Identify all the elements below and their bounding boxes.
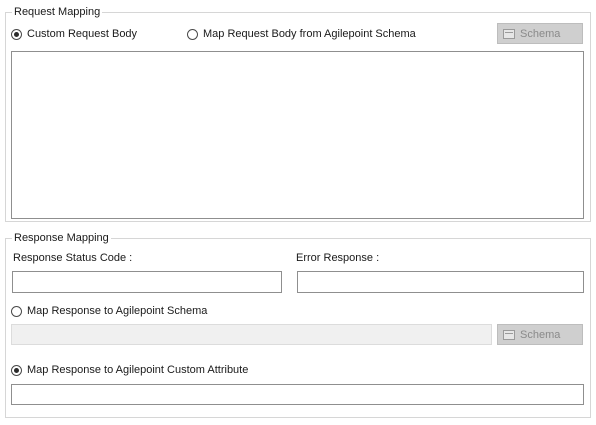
request-body-textarea[interactable] <box>11 51 584 219</box>
response-mapping-title: Response Mapping <box>12 232 111 245</box>
map-response-schema-radio[interactable]: Map Response to Agilepoint Schema <box>11 304 207 318</box>
response-schema-field[interactable] <box>11 324 492 345</box>
map-request-body-schema-label: Map Request Body from Agilepoint Schema <box>203 28 416 40</box>
radio-unselected-icon <box>11 305 22 317</box>
request-schema-button-label: Schema <box>520 27 561 40</box>
radio-unselected-icon <box>187 28 198 40</box>
response-schema-button[interactable]: Schema <box>497 324 583 345</box>
map-response-custom-attribute-label: Map Response to Agilepoint Custom Attrib… <box>27 364 249 376</box>
radio-selected-icon <box>11 364 22 376</box>
map-request-body-schema-radio[interactable]: Map Request Body from Agilepoint Schema <box>187 27 416 41</box>
request-schema-button[interactable]: Schema <box>497 23 583 44</box>
window-icon <box>503 28 515 39</box>
custom-request-body-radio[interactable]: Custom Request Body <box>11 27 137 41</box>
response-status-code-field[interactable] <box>12 271 282 293</box>
custom-request-body-label: Custom Request Body <box>27 28 138 40</box>
radio-selected-icon <box>11 28 22 40</box>
window-icon <box>503 329 515 340</box>
map-response-schema-label: Map Response to Agilepoint Schema <box>27 305 208 317</box>
response-status-code-label: Response Status Code : <box>13 252 133 264</box>
error-response-label: Error Response : <box>296 252 380 264</box>
map-response-custom-attribute-radio[interactable]: Map Response to Agilepoint Custom Attrib… <box>11 363 248 377</box>
response-schema-button-label: Schema <box>520 328 561 341</box>
error-response-field[interactable] <box>297 271 584 293</box>
custom-attribute-field[interactable] <box>11 384 584 405</box>
request-mapping-title: Request Mapping <box>12 6 103 19</box>
